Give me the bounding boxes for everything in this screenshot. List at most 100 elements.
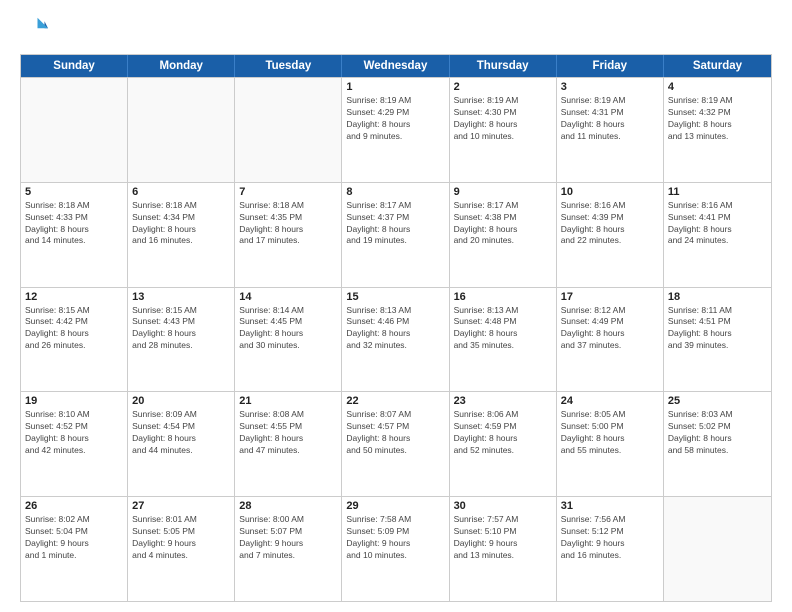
cell-info-text: Sunrise: 8:18 AM Sunset: 4:33 PM Dayligh… — [25, 200, 123, 248]
cell-info-text: Sunrise: 8:16 AM Sunset: 4:41 PM Dayligh… — [668, 200, 767, 248]
calendar-cell: 9 Sunrise: 8:17 AM Sunset: 4:38 PM Daylig… — [450, 183, 557, 287]
cell-info-text: Sunrise: 8:16 AM Sunset: 4:39 PM Dayligh… — [561, 200, 659, 248]
cell-day-number: 5 — [25, 186, 123, 198]
logo-icon — [20, 16, 48, 44]
calendar-row-4: 26Sunrise: 8:02 AM Sunset: 5:04 PM Dayli… — [21, 496, 771, 601]
cell-day-number: 11 — [668, 186, 767, 198]
logo — [20, 16, 52, 44]
calendar-cell — [664, 497, 771, 601]
cell-info-text: Sunrise: 8:05 AM Sunset: 5:00 PM Dayligh… — [561, 409, 659, 457]
header-day-thursday: Thursday — [450, 55, 557, 77]
cell-day-number: 7 — [239, 186, 337, 198]
cell-day-number: 30 — [454, 500, 552, 512]
header-day-saturday: Saturday — [664, 55, 771, 77]
calendar-cell: 24 Sunrise: 8:05 AM Sunset: 5:00 PM Dayli… — [557, 392, 664, 496]
calendar-cell: 19 Sunrise: 8:10 AM Sunset: 4:52 PM Dayli… — [21, 392, 128, 496]
cell-info-text: Sunrise: 8:03 AM Sunset: 5:02 PM Dayligh… — [668, 409, 767, 457]
cell-day-number: 22 — [346, 395, 444, 407]
cell-day-number: 24 — [561, 395, 659, 407]
calendar-cell: 14 Sunrise: 8:14 AM Sunset: 4:45 PM Dayli… — [235, 288, 342, 392]
cell-info-text: Sunrise: 8:18 AM Sunset: 4:35 PM Dayligh… — [239, 200, 337, 248]
cell-info-text: Sunrise: 8:13 AM Sunset: 4:46 PM Dayligh… — [346, 305, 444, 353]
cell-info-text: Sunrise: 8:17 AM Sunset: 4:38 PM Dayligh… — [454, 200, 552, 248]
cell-day-number: 10 — [561, 186, 659, 198]
calendar-cell: 28 Sunrise: 8:00 AM Sunset: 5:07 PM Dayli… — [235, 497, 342, 601]
cell-day-number: 15 — [346, 291, 444, 303]
cell-info-text: Sunrise: 8:13 AM Sunset: 4:48 PM Dayligh… — [454, 305, 552, 353]
calendar-cell: 18Sunrise: 8:11 AM Sunset: 4:51 PM Dayli… — [664, 288, 771, 392]
header-day-tuesday: Tuesday — [235, 55, 342, 77]
cell-info-text: Sunrise: 8:19 AM Sunset: 4:30 PM Dayligh… — [454, 95, 552, 143]
calendar-cell: 17 Sunrise: 8:12 AM Sunset: 4:49 PM Dayli… — [557, 288, 664, 392]
header-day-monday: Monday — [128, 55, 235, 77]
calendar-cell — [235, 78, 342, 182]
cell-day-number: 13 — [132, 291, 230, 303]
calendar-cell: 4Sunrise: 8:19 AM Sunset: 4:32 PM Daylig… — [664, 78, 771, 182]
calendar-cell: 10 Sunrise: 8:16 AM Sunset: 4:39 PM Dayli… — [557, 183, 664, 287]
cell-info-text: Sunrise: 8:19 AM Sunset: 4:29 PM Dayligh… — [346, 95, 444, 143]
calendar-cell: 3 Sunrise: 8:19 AM Sunset: 4:31 PM Daylig… — [557, 78, 664, 182]
calendar-cell: 5 Sunrise: 8:18 AM Sunset: 4:33 PM Daylig… — [21, 183, 128, 287]
cell-info-text: Sunrise: 8:00 AM Sunset: 5:07 PM Dayligh… — [239, 514, 337, 562]
cell-info-text: Sunrise: 8:17 AM Sunset: 4:37 PM Dayligh… — [346, 200, 444, 248]
cell-info-text: Sunrise: 8:19 AM Sunset: 4:31 PM Dayligh… — [561, 95, 659, 143]
cell-day-number: 3 — [561, 81, 659, 93]
cell-day-number: 16 — [454, 291, 552, 303]
cell-day-number: 6 — [132, 186, 230, 198]
cell-day-number: 17 — [561, 291, 659, 303]
cell-day-number: 28 — [239, 500, 337, 512]
cell-day-number: 31 — [561, 500, 659, 512]
calendar-cell: 16 Sunrise: 8:13 AM Sunset: 4:48 PM Dayli… — [450, 288, 557, 392]
cell-info-text: Sunrise: 8:06 AM Sunset: 4:59 PM Dayligh… — [454, 409, 552, 457]
cell-day-number: 2 — [454, 81, 552, 93]
header — [20, 16, 772, 44]
calendar-cell: 21 Sunrise: 8:08 AM Sunset: 4:55 PM Dayli… — [235, 392, 342, 496]
cell-day-number: 20 — [132, 395, 230, 407]
calendar-cell: 7 Sunrise: 8:18 AM Sunset: 4:35 PM Daylig… — [235, 183, 342, 287]
calendar-cell: 15 Sunrise: 8:13 AM Sunset: 4:46 PM Dayli… — [342, 288, 449, 392]
calendar: SundayMondayTuesdayWednesdayThursdayFrid… — [20, 54, 772, 602]
calendar-cell: 13Sunrise: 8:15 AM Sunset: 4:43 PM Dayli… — [128, 288, 235, 392]
page: SundayMondayTuesdayWednesdayThursdayFrid… — [0, 0, 792, 612]
calendar-cell: 6 Sunrise: 8:18 AM Sunset: 4:34 PM Daylig… — [128, 183, 235, 287]
header-day-friday: Friday — [557, 55, 664, 77]
cell-info-text: Sunrise: 8:12 AM Sunset: 4:49 PM Dayligh… — [561, 305, 659, 353]
calendar-cell: 31 Sunrise: 7:56 AM Sunset: 5:12 PM Dayli… — [557, 497, 664, 601]
cell-day-number: 12 — [25, 291, 123, 303]
cell-day-number: 27 — [132, 500, 230, 512]
cell-day-number: 21 — [239, 395, 337, 407]
cell-day-number: 19 — [25, 395, 123, 407]
calendar-cell: 25 Sunrise: 8:03 AM Sunset: 5:02 PM Dayli… — [664, 392, 771, 496]
calendar-cell: 27 Sunrise: 8:01 AM Sunset: 5:05 PM Dayli… — [128, 497, 235, 601]
calendar-row-2: 12Sunrise: 8:15 AM Sunset: 4:42 PM Dayli… — [21, 287, 771, 392]
calendar-cell: 8 Sunrise: 8:17 AM Sunset: 4:37 PM Daylig… — [342, 183, 449, 287]
calendar-body: 1Sunrise: 8:19 AM Sunset: 4:29 PM Daylig… — [21, 77, 771, 601]
calendar-row-0: 1Sunrise: 8:19 AM Sunset: 4:29 PM Daylig… — [21, 77, 771, 182]
cell-info-text: Sunrise: 8:18 AM Sunset: 4:34 PM Dayligh… — [132, 200, 230, 248]
cell-info-text: Sunrise: 7:57 AM Sunset: 5:10 PM Dayligh… — [454, 514, 552, 562]
calendar-cell: 11 Sunrise: 8:16 AM Sunset: 4:41 PM Dayli… — [664, 183, 771, 287]
header-day-sunday: Sunday — [21, 55, 128, 77]
cell-day-number: 8 — [346, 186, 444, 198]
cell-info-text: Sunrise: 8:02 AM Sunset: 5:04 PM Dayligh… — [25, 514, 123, 562]
cell-day-number: 14 — [239, 291, 337, 303]
calendar-cell: 29Sunrise: 7:58 AM Sunset: 5:09 PM Dayli… — [342, 497, 449, 601]
cell-info-text: Sunrise: 8:07 AM Sunset: 4:57 PM Dayligh… — [346, 409, 444, 457]
cell-day-number: 23 — [454, 395, 552, 407]
calendar-cell — [128, 78, 235, 182]
cell-info-text: Sunrise: 8:01 AM Sunset: 5:05 PM Dayligh… — [132, 514, 230, 562]
cell-info-text: Sunrise: 7:56 AM Sunset: 5:12 PM Dayligh… — [561, 514, 659, 562]
cell-day-number: 18 — [668, 291, 767, 303]
cell-day-number: 9 — [454, 186, 552, 198]
cell-info-text: Sunrise: 8:08 AM Sunset: 4:55 PM Dayligh… — [239, 409, 337, 457]
cell-info-text: Sunrise: 8:19 AM Sunset: 4:32 PM Dayligh… — [668, 95, 767, 143]
calendar-cell: 26Sunrise: 8:02 AM Sunset: 5:04 PM Dayli… — [21, 497, 128, 601]
calendar-cell: 30 Sunrise: 7:57 AM Sunset: 5:10 PM Dayli… — [450, 497, 557, 601]
cell-info-text: Sunrise: 8:10 AM Sunset: 4:52 PM Dayligh… — [25, 409, 123, 457]
calendar-cell: 22 Sunrise: 8:07 AM Sunset: 4:57 PM Dayli… — [342, 392, 449, 496]
cell-day-number: 25 — [668, 395, 767, 407]
header-day-wednesday: Wednesday — [342, 55, 449, 77]
calendar-cell: 12Sunrise: 8:15 AM Sunset: 4:42 PM Dayli… — [21, 288, 128, 392]
cell-info-text: Sunrise: 8:14 AM Sunset: 4:45 PM Dayligh… — [239, 305, 337, 353]
calendar-row-3: 19 Sunrise: 8:10 AM Sunset: 4:52 PM Dayli… — [21, 391, 771, 496]
